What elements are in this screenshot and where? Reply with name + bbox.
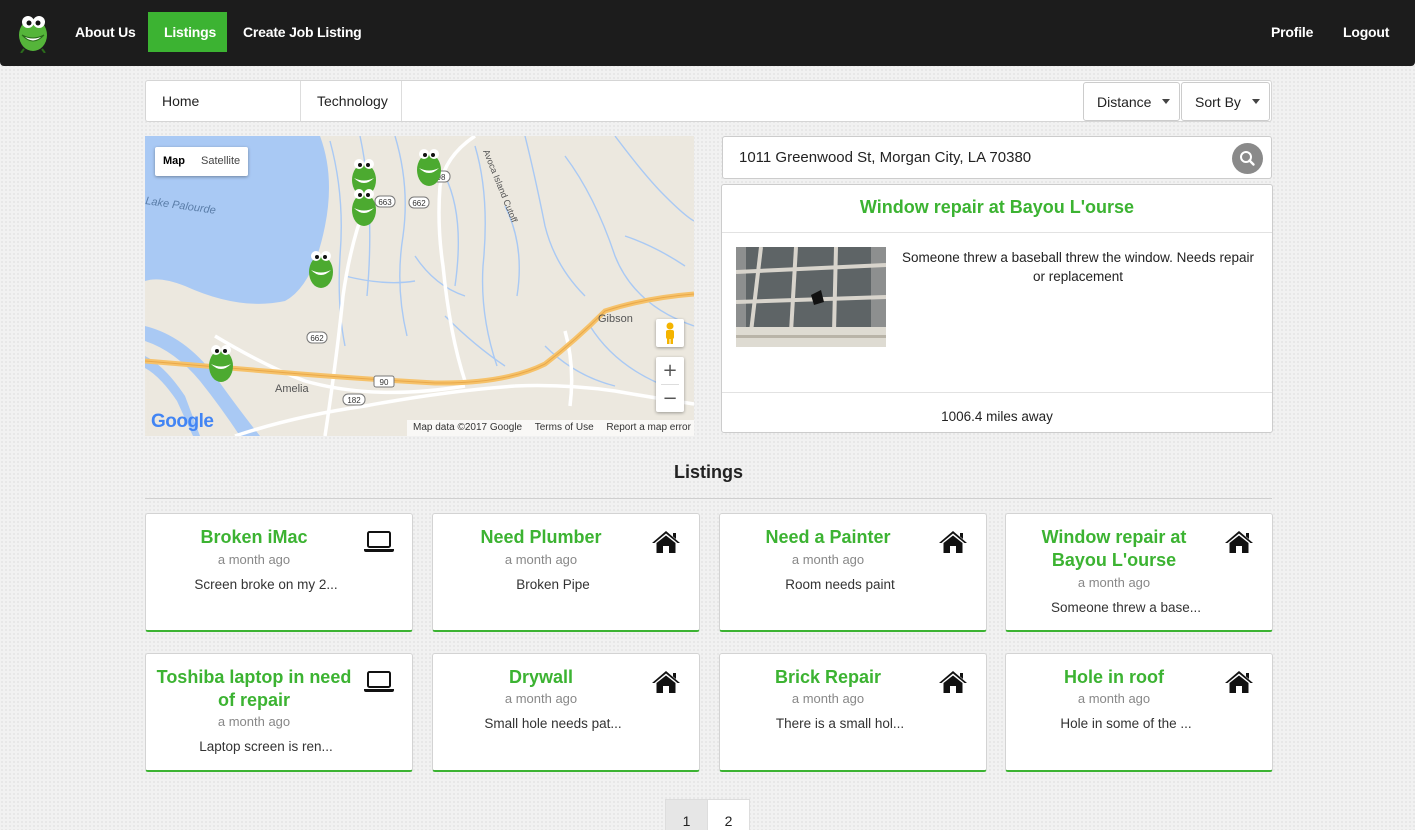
- listing-card[interactable]: Window repair at Bayou L'ourse a month a…: [1005, 513, 1273, 632]
- listing-description: Small hole needs pat...: [484, 716, 622, 731]
- gator-map-marker-icon[interactable]: [413, 144, 445, 188]
- category-tab-home-improvement[interactable]: Home Improvement: [146, 81, 301, 149]
- divider: [145, 498, 1272, 499]
- street-view-button[interactable]: [656, 319, 684, 347]
- listing-card[interactable]: Need a Painter a month ago Room needs pa…: [719, 513, 987, 632]
- sort-by-dropdown[interactable]: Sort By: [1181, 82, 1270, 121]
- laptop-icon: [364, 531, 394, 552]
- selected-listing-description: Someone threw a baseball threw the windo…: [902, 250, 1254, 284]
- listing-time: a month ago: [504, 691, 578, 706]
- home-icon: [939, 531, 967, 553]
- nav-create-job-listing[interactable]: Create Job Listing: [227, 12, 378, 52]
- selected-listing-title[interactable]: Window repair at Bayou L'ourse: [722, 197, 1272, 218]
- map-data-credit: Map data ©2017 Google: [413, 422, 523, 433]
- home-icon: [1225, 671, 1253, 693]
- listing-title[interactable]: Hole in roof: [1014, 666, 1214, 689]
- listing-title[interactable]: Need Plumber: [441, 526, 641, 549]
- listing-description: Broken Pipe: [516, 577, 590, 592]
- place-label-gibson: Gibson: [598, 313, 633, 325]
- map-attribution: Map data ©2017 Google Terms of Use Repor…: [407, 420, 694, 436]
- map-type-map-button[interactable]: Map: [155, 147, 193, 176]
- listing-title[interactable]: Broken iMac: [154, 526, 354, 549]
- listing-time: a month ago: [791, 552, 865, 567]
- listing-photo: [736, 247, 886, 347]
- listing-card[interactable]: Need Plumber a month ago Broken Pipe: [432, 513, 700, 632]
- gator-logo-icon[interactable]: [16, 13, 50, 53]
- terms-of-use-link[interactable]: Terms of Use: [535, 422, 594, 433]
- listing-card[interactable]: Broken iMac a month ago Screen broke on …: [145, 513, 413, 632]
- listing-time: a month ago: [1077, 691, 1151, 706]
- listing-title[interactable]: Brick Repair: [728, 666, 928, 689]
- laptop-icon: [364, 671, 394, 692]
- chevron-down-icon: [1162, 99, 1170, 104]
- listing-card[interactable]: Hole in roof a month ago Hole in some of…: [1005, 653, 1273, 772]
- gator-map-marker-icon[interactable]: [205, 340, 237, 384]
- route-shield-90: 90: [380, 378, 389, 387]
- report-map-error-link[interactable]: Report a map error: [606, 422, 690, 433]
- map-zoom-control: + −: [656, 357, 684, 412]
- search-icon: [1240, 151, 1255, 166]
- address-search-input[interactable]: [723, 137, 1223, 178]
- category-tab-technology[interactable]: Technology: [301, 81, 402, 121]
- listing-time: a month ago: [504, 552, 578, 567]
- home-icon: [652, 531, 680, 553]
- nav-about-us[interactable]: About Us: [59, 12, 152, 52]
- selected-listing-distance: 1006.4 miles away: [941, 409, 1053, 424]
- listing-time: a month ago: [217, 714, 291, 729]
- divider: [722, 392, 1272, 393]
- home-icon: [652, 671, 680, 693]
- home-icon: [939, 671, 967, 693]
- selected-listing-card: Window repair at Bayou L'ourse Someone t…: [721, 184, 1273, 433]
- route-shield-662: 662: [412, 199, 426, 208]
- listing-description: Room needs paint: [785, 577, 895, 592]
- nav-logout[interactable]: Logout: [1327, 12, 1405, 52]
- listing-title[interactable]: Drywall: [441, 666, 641, 689]
- google-logo-text: Google: [151, 411, 214, 432]
- route-shield-662-south: 662: [310, 334, 324, 343]
- gator-map-marker-icon[interactable]: [348, 184, 380, 228]
- map-type-control: Map Satellite: [155, 147, 249, 176]
- listing-card[interactable]: Brick Repair a month ago There is a smal…: [719, 653, 987, 772]
- place-label-amelia: Amelia: [275, 383, 310, 395]
- listing-description: Someone threw a base...: [1050, 600, 1202, 615]
- listing-time: a month ago: [791, 691, 865, 706]
- listing-time: a month ago: [1077, 575, 1151, 590]
- address-search-bar: [722, 136, 1272, 179]
- search-button[interactable]: [1232, 143, 1263, 174]
- top-navbar: About Us Listings Create Job Listing Pro…: [0, 0, 1415, 66]
- pagination-page-2[interactable]: 2: [707, 799, 750, 830]
- home-icon: [1225, 531, 1253, 553]
- listing-card[interactable]: Toshiba laptop in need of repair a month…: [145, 653, 413, 772]
- listing-description: Laptop screen is ren...: [199, 739, 333, 754]
- route-shield-182: 182: [347, 396, 361, 405]
- distance-dropdown-label: Distance: [1097, 94, 1152, 110]
- sort-by-dropdown-label: Sort By: [1195, 94, 1241, 110]
- distance-dropdown[interactable]: Distance: [1083, 82, 1180, 121]
- listing-time: a month ago: [217, 552, 291, 567]
- listing-title[interactable]: Toshiba laptop in need of repair: [154, 666, 354, 712]
- gator-map-marker-icon[interactable]: [305, 246, 337, 290]
- nav-profile[interactable]: Profile: [1255, 12, 1329, 52]
- route-shield-663: 663: [378, 198, 392, 207]
- listing-title[interactable]: Need a Painter: [728, 526, 928, 549]
- google-logo: Google: [151, 411, 214, 433]
- listing-title[interactable]: Window repair at Bayou L'ourse: [1014, 526, 1214, 572]
- chevron-down-icon: [1252, 99, 1260, 104]
- nav-listings[interactable]: Listings: [148, 12, 227, 52]
- listing-description: Screen broke on my 2...: [194, 577, 338, 592]
- listing-description: Hole in some of the ...: [1060, 716, 1192, 731]
- map-type-satellite-button[interactable]: Satellite: [193, 147, 248, 176]
- pagination-page-1[interactable]: 1: [665, 799, 708, 830]
- zoom-in-button[interactable]: +: [656, 357, 684, 384]
- listing-card[interactable]: Drywall a month ago Small hole needs pat…: [432, 653, 700, 772]
- pegman-icon: [666, 322, 674, 344]
- divider: [722, 232, 1272, 233]
- listings-heading: Listings: [673, 462, 743, 482]
- listings-map[interactable]: 663 662 98 662 90 182 Lake Palourde Gibs…: [145, 136, 694, 436]
- zoom-out-button[interactable]: −: [656, 385, 684, 412]
- listing-description: There is a small hol...: [775, 716, 905, 731]
- category-filter-bar: Home Improvement Technology Distance Sor…: [145, 80, 1272, 149]
